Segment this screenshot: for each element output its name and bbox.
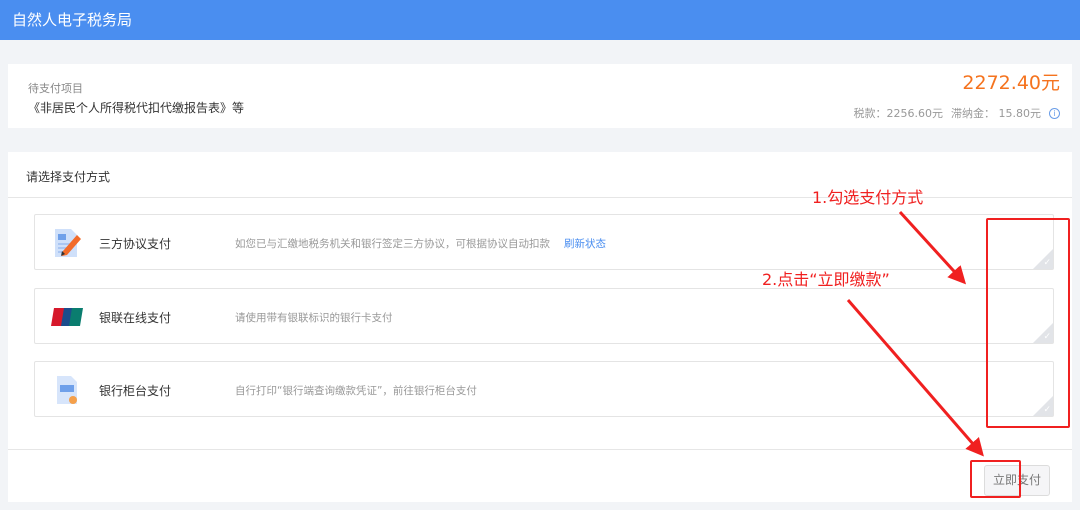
option-name: 三方协议支付 xyxy=(99,237,172,251)
option-name: 银联在线支付 xyxy=(99,311,172,325)
refresh-status-link[interactable]: 刷新状态 xyxy=(564,238,606,250)
option-desc: 自行打印“银行端查询缴款凭证”，前往银行柜台支付 xyxy=(235,385,477,397)
divider xyxy=(8,449,1072,450)
option-desc: 如您已与汇缴地税务机关和银行签定三方协议，可根据协议自动扣款 xyxy=(235,238,550,250)
section-title: 请选择支付方式 xyxy=(26,170,111,184)
document-pen-icon xyxy=(55,229,81,257)
option-name: 银行柜台支付 xyxy=(99,384,172,398)
annotation-highlight-checkboxes xyxy=(986,218,1070,428)
unionpay-icon xyxy=(51,308,83,326)
info-icon[interactable]: i xyxy=(1049,107,1060,119)
payment-option-unionpay[interactable]: 银联在线支付 请使用带有银联标识的银行卡支付 ✓ xyxy=(34,288,1054,344)
pending-payment-card: 待支付项目 《非居民个人所得税代扣代缴报告表》等 2272.40元 税款：225… xyxy=(8,64,1072,128)
bank-voucher-icon xyxy=(57,376,77,404)
option-desc: 请使用带有银联标识的银行卡支付 xyxy=(235,312,393,324)
late-fee-amount: 滞纳金： 15.80元 xyxy=(951,107,1041,120)
payment-option-bank-counter[interactable]: 银行柜台支付 自行打印“银行端查询缴款凭证”，前往银行柜台支付 ✓ xyxy=(34,361,1054,417)
pending-label: 待支付项目 xyxy=(28,82,83,95)
annotation-highlight-button xyxy=(970,460,1021,498)
app-header: 自然人电子税务局 xyxy=(0,0,1080,40)
tax-amount: 税款：2256.60元 xyxy=(853,107,944,120)
payment-option-tripartite[interactable]: 三方协议支付 如您已与汇缴地税务机关和银行签定三方协议，可根据协议自动扣款 刷新状… xyxy=(34,214,1054,270)
total-amount: 2272.40元 xyxy=(962,72,1060,94)
annotation-step2: 2.点击“立即缴款” xyxy=(762,270,890,289)
annotation-step1: 1.勾选支付方式 xyxy=(812,188,924,207)
app-title: 自然人电子税务局 xyxy=(12,11,133,29)
pending-project: 《非居民个人所得税代扣代缴报告表》等 xyxy=(28,101,245,115)
